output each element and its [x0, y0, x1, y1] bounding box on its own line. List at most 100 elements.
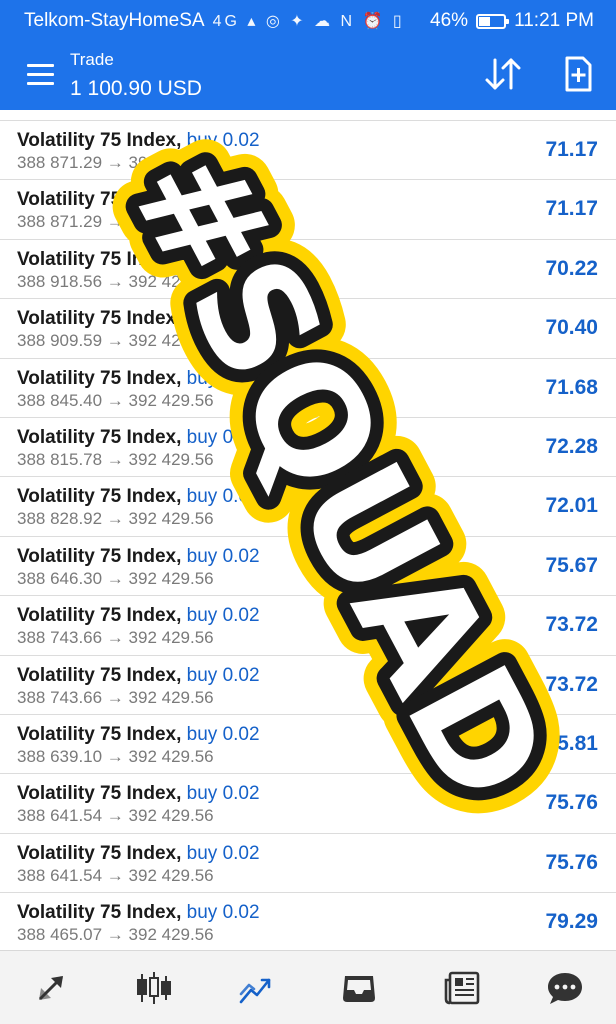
position-row[interactable]: Volatility 75 Index, buy 0.02 388 465.07 … [0, 892, 616, 950]
position-profit: 70.40 [545, 316, 598, 340]
position-profit: 71.17 [545, 138, 598, 161]
position-prices: 388 871.29 → 392 429.56 [17, 212, 214, 232]
nav-trade[interactable] [227, 958, 287, 1018]
position-row[interactable]: Volatility 75 Index, buy 0.02 388 845.40 … [0, 357, 616, 417]
position-title: Volatility 75 Index, buy 0.02 [17, 782, 260, 805]
position-profit: 75.76 [545, 850, 598, 874]
position-symbol: Volatility 75 Index, [17, 248, 182, 270]
position-profit: 79.29 [545, 910, 598, 934]
position-profit: 72.01 [545, 494, 598, 518]
position-symbol: Volatility 75 Index, [17, 605, 182, 627]
position-symbol: Volatility 75 Index, [17, 189, 182, 211]
position-symbol: Volatility 75 Index, [17, 367, 182, 389]
history-icon [343, 975, 376, 1002]
position-prices: 388 743.66 → 392 429.56 [17, 628, 214, 648]
position-profit: 75.81 [545, 732, 598, 755]
position-title: Volatility 75 Index, buy 0.02 [17, 723, 260, 746]
position-profit: 71.17 [545, 197, 598, 221]
new-order-icon[interactable] [564, 56, 592, 92]
position-profit: 70.22 [545, 256, 598, 280]
position-row[interactable]: Volatility 75 Index, buy 0.02 388 641.54 … [0, 773, 616, 833]
position-row[interactable]: Volatility 75 Index, buy 0.02 388 815.78 … [0, 417, 616, 476]
status-bar: Telkom-StayHomeSA 4G ▴ ◎ ✦ ☁ N ⏰ ▯ 46% 1… [0, 0, 616, 42]
position-row[interactable]: Volatility 75 Index, buy 0.02 388 641.54 … [0, 832, 616, 892]
position-prices: 388 646.30 → 392 429.56 [17, 568, 214, 588]
position-symbol: Volatility 75 Index, [17, 842, 182, 864]
position-profit: 73.72 [545, 613, 598, 637]
position-prices: 388 641.54 → 392 429.56 [17, 806, 214, 826]
nav-quotes[interactable] [21, 958, 81, 1018]
position-order-type: buy 0.02 [186, 486, 260, 508]
position-symbol: Volatility 75 Index, [17, 664, 182, 686]
position-order-type: buy 0.02 [186, 248, 260, 270]
chart-icon [136, 971, 171, 1004]
position-order-type: buy 0.02 [186, 189, 260, 211]
app-bar: Trade 1 100.90 USD [0, 42, 616, 110]
status-right: 46% 11:21 PM [430, 10, 594, 32]
nav-chat[interactable] [535, 958, 595, 1018]
nav-chart[interactable] [124, 958, 184, 1018]
position-symbol: Volatility 75 Index, [17, 308, 182, 330]
quotes-icon [39, 975, 64, 1000]
position-title: Volatility 75 Index, buy 0.02 [17, 842, 260, 865]
battery-icon [476, 13, 510, 29]
position-prices: 388 641.54 → 392 429.56 [17, 865, 214, 885]
position-row[interactable]: Volatility 75 Index, buy 0.02 388 646.30 … [0, 535, 616, 595]
position-prices: 388 815.78 → 392 429.56 [17, 450, 214, 469]
position-prices: 388 845.40 → 392 429.56 [17, 390, 214, 410]
position-row[interactable]: Volatility 75 Index, buy 0.02 388 871.29 … [0, 120, 616, 179]
page-title: Trade [70, 50, 114, 69]
position-order-type: buy 0.02 [186, 783, 260, 805]
position-prices: 388 909.59 → 392 429.56 [17, 331, 214, 351]
position-order-type: buy 0.02 [186, 427, 260, 448]
position-title: Volatility 75 Index, buy 0.02 [17, 901, 260, 924]
position-symbol: Volatility 75 Index, [17, 724, 182, 745]
account-balance: 1 100.90 USD [70, 77, 202, 100]
position-profit: 75.76 [545, 791, 598, 815]
position-symbol: Volatility 75 Index, [17, 427, 182, 448]
news-icon [444, 971, 480, 1004]
position-order-type: buy 0.02 [186, 308, 260, 330]
position-row[interactable]: Volatility 75 Index, buy 0.02 388 639.10 … [0, 714, 616, 773]
position-title: Volatility 75 Index, buy 0.02 [17, 307, 260, 330]
position-row[interactable]: Volatility 75 Index, buy 0.02 388 743.66 … [0, 654, 616, 714]
position-title: Volatility 75 Index, buy 0.02 [17, 248, 260, 271]
position-symbol: Volatility 75 Index, [17, 130, 182, 151]
position-title: Volatility 75 Index, buy 0.02 [17, 664, 260, 687]
position-order-type: buy 0.02 [186, 902, 260, 924]
status-left: Telkom-StayHomeSA 4G ▴ ◎ ✦ ☁ N ⏰ ▯ [24, 10, 405, 32]
position-symbol: Volatility 75 Index, [17, 486, 182, 508]
position-symbol: Volatility 75 Index, [17, 902, 182, 924]
position-order-type: buy 0.02 [186, 367, 260, 389]
position-prices: 388 918.56 → 392 429.56 [17, 271, 214, 291]
nav-news[interactable] [432, 958, 492, 1018]
position-prices: 388 828.92 → 392 429.56 [17, 509, 214, 529]
position-prices: 388 465.07 → 392 429.56 [17, 925, 214, 945]
position-prices: 388 871.29 → 392 429.56 [17, 153, 214, 172]
menu-icon[interactable] [27, 64, 54, 86]
position-order-type: buy 0.02 [186, 605, 260, 627]
position-row[interactable]: Volatility 75 Index, buy 0.02 388 828.92 … [0, 476, 616, 536]
position-row[interactable]: Volatility 75 Index, buy 0.02 388 918.56 … [0, 238, 616, 298]
position-title: Volatility 75 Index, buy 0.02 [17, 367, 260, 390]
position-title: Volatility 75 Index, buy 0.02 [17, 485, 260, 508]
position-order-type: buy 0.02 [186, 130, 260, 151]
signal-icons: 4G ▴ ◎ ✦ ☁ N ⏰ ▯ [212, 13, 405, 30]
position-title: Volatility 75 Index, buy 0.02 [17, 129, 260, 152]
position-profit: 75.67 [545, 553, 598, 577]
trade-icon [239, 978, 270, 1003]
nav-history[interactable] [329, 958, 389, 1018]
position-row[interactable]: Volatility 75 Index, buy 0.02 388 909.59 … [0, 298, 616, 358]
positions-list[interactable]: Volatility 75 Index, buy 0.02 388 871.29 … [0, 110, 616, 950]
position-row[interactable]: Volatility 75 Index, buy 0.02 388 871.29 … [0, 179, 616, 239]
sort-icon[interactable] [484, 56, 522, 92]
position-profit: 72.28 [545, 435, 598, 458]
position-row[interactable]: Volatility 75 Index, buy 0.02 388 743.66 … [0, 595, 616, 655]
carrier-name: Telkom-StayHomeSA [24, 10, 205, 31]
position-order-type: buy 0.02 [186, 724, 260, 745]
position-order-type: buy 0.02 [186, 545, 260, 567]
position-title: Volatility 75 Index, buy 0.02 [17, 545, 260, 568]
position-symbol: Volatility 75 Index, [17, 783, 182, 805]
position-title: Volatility 75 Index, buy 0.02 [17, 426, 260, 449]
chat-icon [547, 972, 582, 1004]
